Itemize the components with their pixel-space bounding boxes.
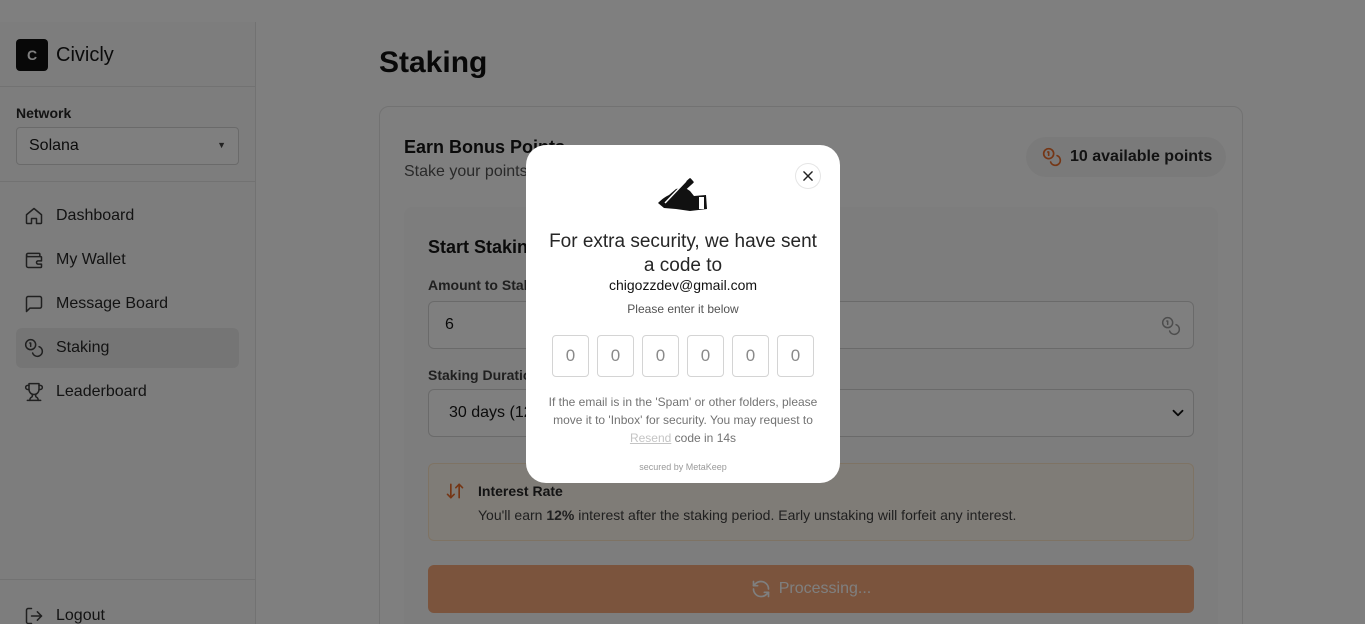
otp-digit-input[interactable]: 0 bbox=[777, 335, 814, 377]
otp-digit-input[interactable]: 0 bbox=[732, 335, 769, 377]
otp-digit-input[interactable]: 0 bbox=[642, 335, 679, 377]
otp-digit-input[interactable]: 0 bbox=[687, 335, 724, 377]
close-icon bbox=[803, 171, 813, 181]
resend-link[interactable]: Resend bbox=[630, 431, 671, 445]
spam-folder-note: If the email is in the 'Spam' or other f… bbox=[548, 395, 818, 445]
secured-by-label: secured by MetaKeep bbox=[639, 462, 727, 472]
close-button[interactable] bbox=[796, 164, 820, 188]
modal-heading: For extra security, we have sent a code … bbox=[549, 231, 817, 276]
otp-input-group: 0 0 0 0 0 0 bbox=[552, 335, 814, 377]
otp-digit-input[interactable]: 0 bbox=[552, 335, 589, 377]
signing-hand-icon bbox=[656, 173, 710, 213]
verification-modal: For extra security, we have sent a code … bbox=[526, 145, 840, 483]
otp-digit-input[interactable]: 0 bbox=[597, 335, 634, 377]
modal-email: chigozzdev@gmail.com bbox=[608, 277, 758, 293]
modal-subtext: Please enter it below bbox=[627, 302, 739, 316]
